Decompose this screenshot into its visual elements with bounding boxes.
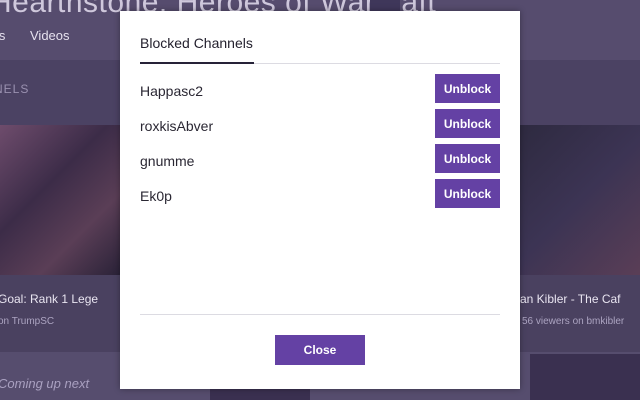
blocked-channels-list: Happasc2 Unblock roxkisAbver Unblock gnu… — [140, 73, 500, 213]
unblock-button[interactable]: Unblock — [435, 144, 500, 173]
unblock-button[interactable]: Unblock — [435, 109, 500, 138]
channel-name: roxkisAbver — [140, 118, 214, 134]
unblock-button[interactable]: Unblock — [435, 179, 500, 208]
channel-name: gnumme — [140, 153, 195, 169]
background-stream-subtitle-left: on TrumpSC — [0, 316, 55, 327]
background-section-label: NELS — [0, 82, 30, 96]
close-button[interactable]: Close — [275, 335, 365, 365]
list-item: Ek0p Unblock — [140, 178, 500, 213]
channel-name: Ek0p — [140, 188, 172, 204]
channel-name: Happasc2 — [140, 83, 204, 99]
list-item: gnumme Unblock — [140, 143, 500, 178]
list-item: Happasc2 Unblock — [140, 73, 500, 108]
unblock-button[interactable]: Unblock — [435, 74, 500, 103]
background-bottom-thumbnail — [530, 354, 640, 400]
background-stream-title-left: Goal: Rank 1 Lege — [0, 292, 99, 306]
background-stream-title-right: an Kibler - The Caf — [520, 292, 621, 306]
background-stream-thumbnail-right — [520, 125, 640, 275]
dialog-divider — [140, 314, 500, 315]
list-item: roxkisAbver Unblock — [140, 108, 500, 143]
tab-blocked-channels[interactable]: Blocked Channels — [140, 35, 254, 64]
background-tab-videos: Videos — [30, 28, 70, 43]
dialog-tab-bar: Blocked Channels — [140, 11, 500, 64]
background-coming-up: Coming up next — [0, 376, 90, 391]
background-stream-subtitle-right: 56 viewers on bmkibler — [522, 316, 625, 327]
blocked-channels-dialog: Blocked Channels Happasc2 Unblock roxkis… — [120, 11, 520, 389]
background-tab-channels: ls — [0, 28, 6, 43]
background-stream-thumbnail-left — [0, 125, 120, 275]
